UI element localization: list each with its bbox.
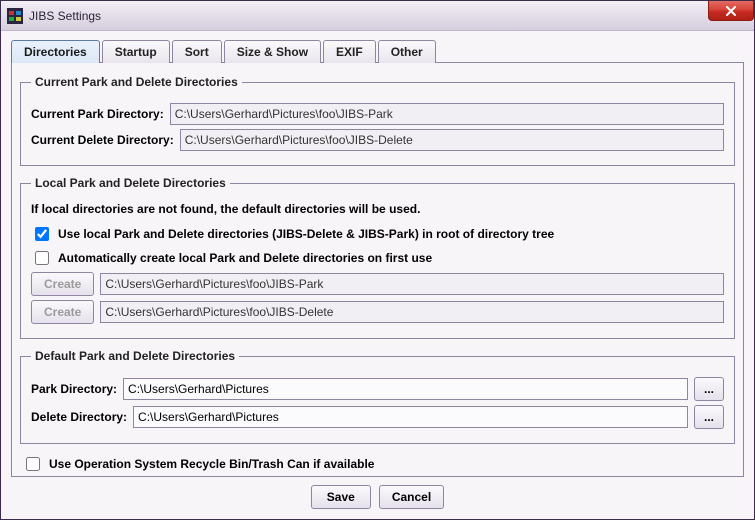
tab-size-show[interactable]: Size & Show (224, 40, 321, 63)
group-current-directories-legend: Current Park and Delete Directories (31, 75, 242, 89)
browse-default-park-button[interactable]: ... (694, 377, 724, 401)
create-local-delete-button[interactable]: Create (31, 300, 94, 324)
use-local-checkbox[interactable] (35, 227, 49, 241)
app-icon (7, 8, 23, 24)
group-local-directories-legend: Local Park and Delete Directories (31, 176, 230, 190)
auto-create-checkbox[interactable] (35, 251, 49, 265)
current-delete-label: Current Delete Directory: (31, 133, 174, 147)
group-default-directories: Default Park and Delete Directories Park… (20, 349, 735, 444)
default-delete-label: Delete Directory: (31, 410, 127, 424)
tab-startup[interactable]: Startup (102, 40, 170, 63)
create-local-park-button[interactable]: Create (31, 272, 94, 296)
client-area: Directories Startup Sort Size & Show EXI… (1, 31, 754, 519)
save-button[interactable]: Save (311, 485, 371, 509)
local-delete-field (100, 301, 724, 323)
tab-panel-directories: Current Park and Delete Directories Curr… (11, 63, 744, 477)
settings-window: JIBS Settings Directories Startup Sort S… (0, 0, 755, 520)
current-park-label: Current Park Directory: (31, 107, 164, 121)
tab-exif[interactable]: EXIF (323, 40, 376, 63)
recycle-bin-checkbox-row[interactable]: Use Operation System Recycle Bin/Trash C… (22, 454, 735, 474)
tab-other[interactable]: Other (378, 40, 436, 63)
dialog-footer: Save Cancel (11, 477, 744, 509)
window-title: JIBS Settings (29, 9, 101, 23)
browse-default-delete-button[interactable]: ... (694, 405, 724, 429)
close-button[interactable] (708, 1, 754, 21)
use-local-checkbox-row[interactable]: Use local Park and Delete directories (J… (31, 224, 724, 244)
group-default-directories-legend: Default Park and Delete Directories (31, 349, 239, 363)
group-current-directories: Current Park and Delete Directories Curr… (20, 75, 735, 166)
local-notice: If local directories are not found, the … (31, 202, 724, 216)
cancel-button[interactable]: Cancel (379, 485, 444, 509)
local-park-field (100, 273, 724, 295)
use-local-label: Use local Park and Delete directories (J… (58, 227, 554, 241)
auto-create-checkbox-row[interactable]: Automatically create local Park and Dele… (31, 248, 724, 268)
default-delete-field[interactable] (133, 406, 688, 428)
current-park-field (170, 103, 724, 125)
tab-sort[interactable]: Sort (172, 40, 222, 63)
recycle-bin-label: Use Operation System Recycle Bin/Trash C… (49, 457, 374, 471)
tabs-strip: Directories Startup Sort Size & Show EXI… (11, 39, 744, 63)
recycle-bin-checkbox[interactable] (26, 457, 40, 471)
titlebar: JIBS Settings (1, 1, 754, 31)
default-park-label: Park Directory: (31, 382, 117, 396)
group-local-directories: Local Park and Delete Directories If loc… (20, 176, 735, 339)
current-delete-field (180, 129, 724, 151)
default-park-field[interactable] (123, 378, 688, 400)
auto-create-label: Automatically create local Park and Dele… (58, 251, 432, 265)
tab-directories[interactable]: Directories (11, 40, 100, 63)
